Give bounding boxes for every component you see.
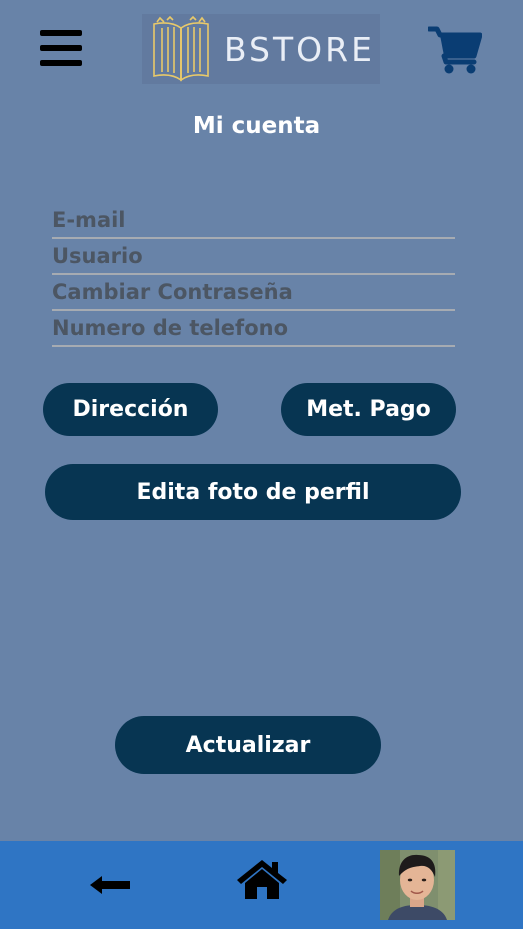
shopping-cart-icon[interactable]: [426, 26, 483, 78]
arrow-left-icon[interactable]: [90, 874, 132, 900]
hamburger-menu-icon[interactable]: [40, 30, 82, 66]
book-icon: [153, 16, 209, 82]
brand-logo[interactable]: BSTORE: [142, 14, 380, 84]
change-password-field[interactable]: [52, 275, 455, 309]
password-field-wrapper: [52, 275, 455, 311]
payment-method-button[interactable]: Met. Pago: [281, 383, 456, 436]
email-field-wrapper: [52, 203, 455, 239]
username-field[interactable]: [52, 239, 455, 273]
brand-name: BSTORE: [224, 29, 375, 69]
email-field[interactable]: [52, 203, 455, 237]
profile-avatar[interactable]: [380, 850, 455, 920]
edit-profile-photo-button[interactable]: Edita foto de perfil: [45, 464, 461, 520]
phone-number-field[interactable]: [52, 311, 455, 345]
address-button[interactable]: Dirección: [43, 383, 218, 436]
update-button[interactable]: Actualizar: [115, 716, 381, 774]
page-title: Mi cuenta: [192, 113, 321, 139]
home-icon[interactable]: [236, 858, 288, 904]
phone-field-wrapper: [52, 311, 455, 347]
username-field-wrapper: [52, 239, 455, 275]
